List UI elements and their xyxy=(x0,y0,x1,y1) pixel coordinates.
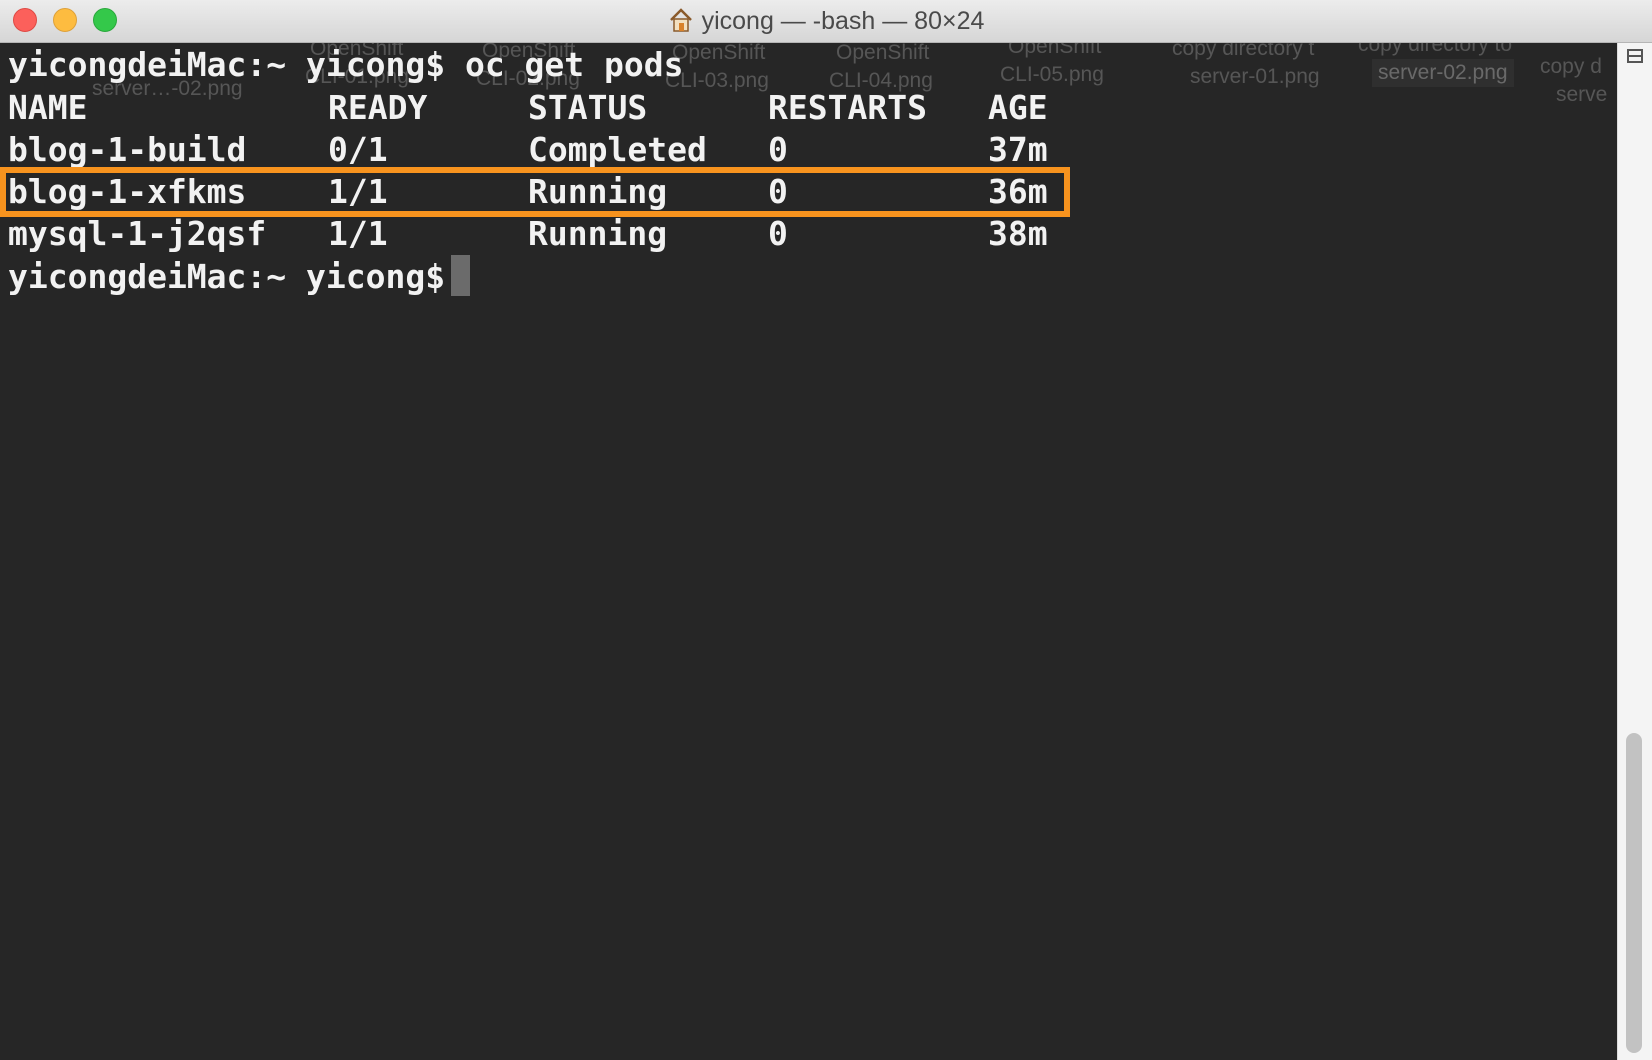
ghost-label: serve xyxy=(1556,83,1608,106)
header-age: AGE xyxy=(988,88,1048,127)
vertical-scrollbar[interactable] xyxy=(1617,43,1652,1060)
pod-restarts: 0 xyxy=(768,214,788,253)
command-line: yicongdeiMac:~ yicong$ oc get pods xyxy=(8,45,684,84)
ghost-label: copy directory to xyxy=(1358,43,1513,56)
pod-age: 38m xyxy=(988,214,1048,253)
table-header: NAME READY STATUS RESTARTS AGE xyxy=(8,87,1048,129)
header-status: STATUS xyxy=(528,88,648,127)
terminal-content[interactable]: server…-02.png OpenShift CLI-01.png Open… xyxy=(0,43,1617,1060)
pod-name: mysql-1-j2qsf xyxy=(8,214,267,253)
table-row: blog-1-build 0/1 Completed 0 37m xyxy=(8,129,1048,171)
ghost-label: OpenShift xyxy=(672,43,766,64)
pod-ready: 1/1 xyxy=(328,214,388,253)
pod-ready: 0/1 xyxy=(328,130,388,169)
header-name: NAME xyxy=(8,88,88,127)
ghost-label: server-02.png xyxy=(1372,59,1514,87)
window-title-text: yicong — -bash — 80×24 xyxy=(701,7,985,35)
pod-restarts: 0 xyxy=(768,130,788,169)
text-cursor[interactable] xyxy=(451,255,471,296)
ghost-label: copy d xyxy=(1540,55,1602,78)
ghost-label: CLI-05.png xyxy=(1000,63,1104,86)
prompt-text: yicongdeiMac:~ yicong$ xyxy=(8,257,446,296)
window-title: yicong — -bash — 80×24 xyxy=(0,0,1652,42)
title-bar: yicong — -bash — 80×24 xyxy=(0,0,1652,43)
prompt-line: yicongdeiMac:~ yicong$ xyxy=(8,255,471,297)
header-ready: READY xyxy=(328,88,428,127)
ghost-label: copy directory t xyxy=(1172,43,1315,60)
highlight-box xyxy=(0,167,1070,217)
pod-status: Running xyxy=(528,214,668,253)
home-icon xyxy=(669,8,692,32)
ghost-label: OpenShift xyxy=(1008,43,1102,58)
header-restarts: RESTARTS xyxy=(768,88,927,127)
pod-age: 37m xyxy=(988,130,1048,169)
pod-name: blog-1-build xyxy=(8,130,247,169)
pod-status: Completed xyxy=(528,130,707,169)
split-pane-icon[interactable] xyxy=(1627,49,1643,63)
ghost-label: OpenShift xyxy=(836,43,930,64)
scroll-thumb[interactable] xyxy=(1626,733,1642,1053)
table-row: mysql-1-j2qsf 1/1 Running 0 38m xyxy=(8,213,1048,255)
ghost-label: server-01.png xyxy=(1190,65,1320,88)
